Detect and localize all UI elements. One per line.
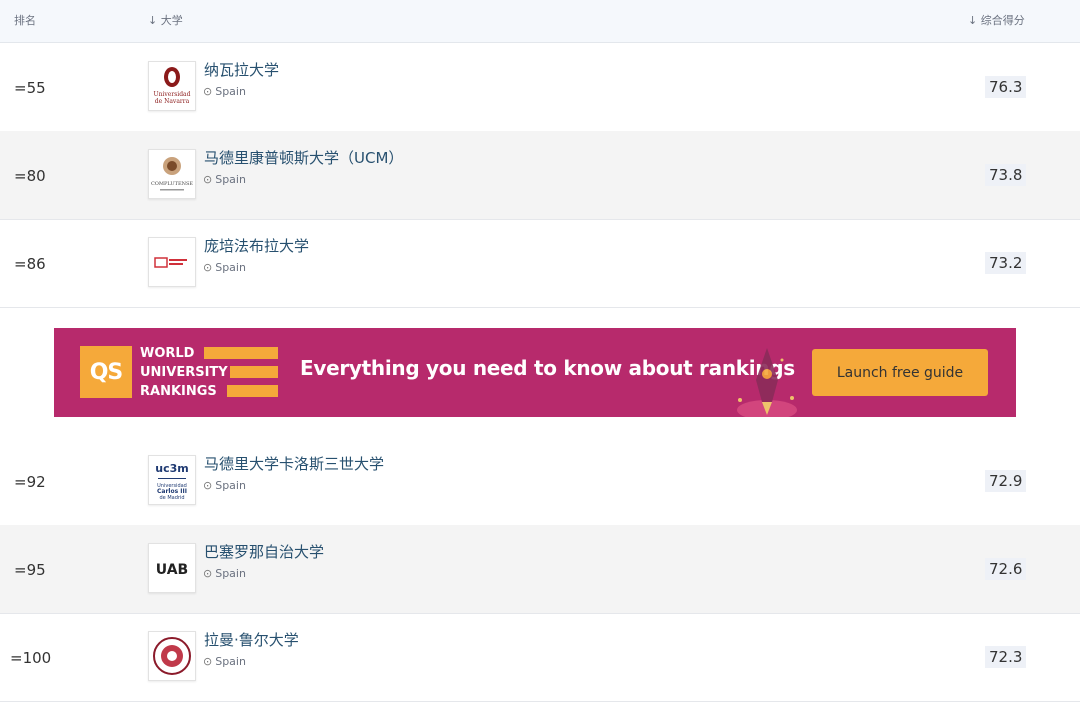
- banner-stripe: [204, 347, 278, 359]
- banner-stripe: [227, 385, 278, 397]
- university-column-header[interactable]: ↓ 大学: [148, 12, 183, 28]
- table-header: 排名 ↓ 大学 ↓ 综合得分: [0, 0, 1080, 43]
- overall-score: 72.9: [985, 470, 1027, 492]
- complutense-logo[interactable]: COMPLUTENSE: [148, 149, 196, 199]
- ramon-llull-logo[interactable]: [148, 631, 196, 681]
- location: ⊙ Spain: [203, 479, 246, 492]
- location: ⊙ Spain: [203, 655, 246, 668]
- overall-score: 73.8: [985, 164, 1027, 186]
- university-name-link[interactable]: 马德里大学卡洛斯三世大学: [204, 453, 384, 474]
- banner-line-2: UNIVERSITY: [140, 365, 228, 380]
- university-name-link[interactable]: 马德里康普顿斯大学（UCM）: [204, 147, 403, 168]
- banner-headline: Everything you need to know about rankin…: [300, 356, 795, 380]
- overall-score: 76.3: [985, 76, 1027, 98]
- pompeu-fabra-logo[interactable]: [148, 237, 196, 287]
- location-pin-icon: ⊙: [203, 261, 213, 274]
- uab-logo[interactable]: UAB: [148, 543, 196, 593]
- banner-stripe: [230, 366, 278, 378]
- location-pin-icon: ⊙: [203, 655, 213, 668]
- svg-text:UAB: UAB: [156, 562, 188, 578]
- location-label: Spain: [215, 173, 246, 186]
- location-label: Spain: [215, 655, 246, 668]
- table-row: =100 拉曼·鲁尔大学 ⊙ Spain 72.3: [0, 613, 1080, 702]
- table-row: =86 庞培法布拉大学 ⊙ Spain 73.2: [0, 219, 1080, 308]
- overall-score-column-header[interactable]: ↓ 综合得分: [968, 12, 1025, 28]
- table-row: =80 COMPLUTENSE 马德里康普顿斯大学（UCM） ⊙ Spain 73…: [0, 131, 1080, 220]
- banner-line-3: RANKINGS: [140, 384, 217, 399]
- rocket-illustration: [737, 348, 797, 417]
- launch-free-guide-button[interactable]: Launch free guide: [812, 349, 988, 396]
- rank-column-header[interactable]: 排名: [14, 12, 36, 28]
- table-row: =55 Universidad de Navarra 纳瓦拉大学 ⊙ Spain …: [0, 43, 1080, 132]
- location-label: Spain: [215, 479, 246, 492]
- svg-text:COMPLUTENSE: COMPLUTENSE: [151, 181, 193, 187]
- table-row: =95 UAB 巴塞罗那自治大学 ⊙ Spain 72.6: [0, 525, 1080, 614]
- location-pin-icon: ⊙: [203, 567, 213, 580]
- location-pin-icon: ⊙: [203, 479, 213, 492]
- location-pin-icon: ⊙: [203, 85, 213, 98]
- svg-text:uc3m: uc3m: [155, 462, 188, 475]
- svg-text:Universidad: Universidad: [154, 91, 191, 98]
- svg-text:Carlos III: Carlos III: [157, 488, 187, 495]
- table-row: =92 uc3m Universidad Carlos III de Madri…: [0, 437, 1080, 526]
- location: ⊙ Spain: [203, 261, 246, 274]
- rank-value: =95: [14, 561, 46, 579]
- location-pin-icon: ⊙: [203, 173, 213, 186]
- rank-value: =80: [14, 167, 46, 185]
- rank-value: =86: [14, 255, 46, 273]
- svg-text:de Navarra: de Navarra: [155, 98, 190, 105]
- location: ⊙ Spain: [203, 173, 246, 186]
- svg-text:de Madrid: de Madrid: [159, 495, 184, 501]
- location: ⊙ Spain: [203, 567, 246, 580]
- location-label: Spain: [215, 85, 246, 98]
- rank-value: =92: [14, 473, 46, 491]
- location: ⊙ Spain: [203, 85, 246, 98]
- location-label: Spain: [215, 567, 246, 580]
- qs-logo: QS: [80, 346, 132, 398]
- university-name-link[interactable]: 巴塞罗那自治大学: [204, 541, 324, 562]
- navarra-logo[interactable]: Universidad de Navarra: [148, 61, 196, 111]
- university-name-link[interactable]: 庞培法布拉大学: [204, 235, 309, 256]
- rank-value: =100: [10, 649, 52, 667]
- university-name-link[interactable]: 纳瓦拉大学: [204, 59, 279, 80]
- overall-score: 72.3: [985, 646, 1027, 668]
- overall-score: 73.2: [985, 252, 1027, 274]
- uc3m-logo[interactable]: uc3m Universidad Carlos III de Madrid: [148, 455, 196, 505]
- university-name-link[interactable]: 拉曼·鲁尔大学: [204, 629, 299, 650]
- qs-promo-banner[interactable]: QS WORLD UNIVERSITY RANKINGS Everything …: [54, 328, 1016, 417]
- rank-value: =55: [14, 79, 46, 97]
- overall-score: 72.6: [985, 558, 1027, 580]
- location-label: Spain: [215, 261, 246, 274]
